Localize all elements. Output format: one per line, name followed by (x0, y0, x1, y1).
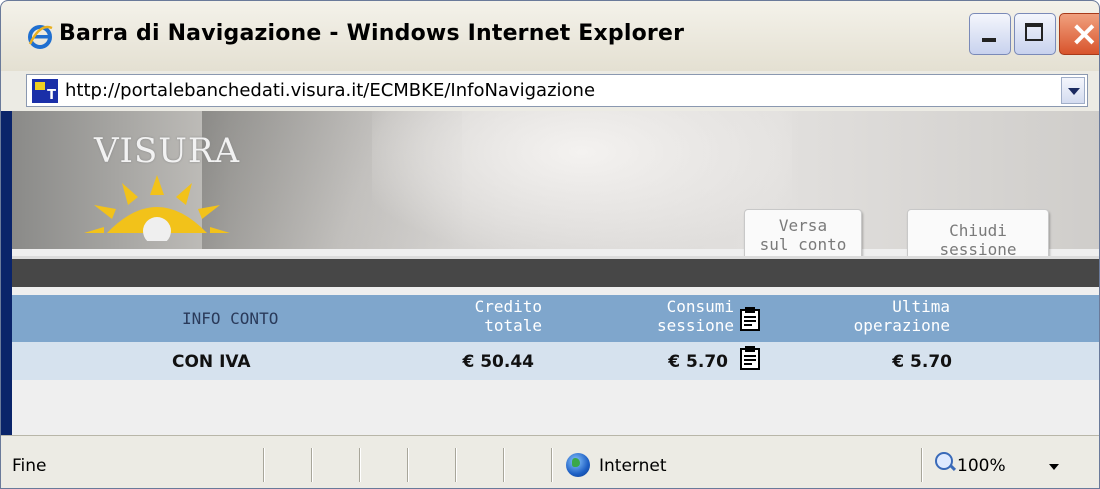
status-divider (359, 448, 361, 482)
header-ultima-line1: Ultima (892, 297, 950, 316)
versa-line1: Versa (778, 216, 828, 235)
page-content: VISURA Versa sul conto Chiudi sessione I… (12, 111, 1099, 435)
url-text[interactable]: http://portalebanchedati.visura.it/ECMBK… (65, 80, 595, 101)
status-divider (311, 448, 313, 482)
status-divider (921, 448, 923, 482)
row-ultima-operazione: € 5.70 (892, 352, 952, 372)
header-info-conto: INFO CONTO (182, 309, 279, 328)
row-consumi-sessione: € 5.70 (668, 352, 728, 372)
chiudi-line1: Chiudi (949, 221, 1007, 240)
close-icon: × (1070, 14, 1099, 54)
status-divider (263, 448, 265, 482)
close-button[interactable]: × (1059, 13, 1099, 55)
minimize-button[interactable] (969, 13, 1011, 55)
status-divider (407, 448, 409, 482)
row-label: CON IVA (172, 352, 251, 372)
title-bar: Barra di Navigazione - Windows Internet … (1, 1, 1099, 71)
header-consumi-line2: sessione (656, 316, 734, 335)
visura-logo-sun (84, 175, 230, 241)
dropdown-icon[interactable] (1061, 77, 1085, 104)
status-divider (551, 448, 553, 482)
header-consumi-sessione: Consumi sessione (612, 297, 734, 335)
banner-photo (372, 111, 792, 249)
maximize-button[interactable] (1014, 13, 1056, 55)
dark-strip (12, 256, 1099, 287)
ie-icon (28, 25, 53, 49)
row-credito-totale: € 50.44 (462, 352, 534, 372)
address-bar: http://portalebanchedati.visura.it/ECMBK… (1, 71, 1099, 111)
header-credito-totale: Credito totale (452, 297, 542, 335)
status-text: Fine (12, 456, 47, 476)
table-header: INFO CONTO Credito totale Consumi sessio… (12, 295, 1099, 342)
header-consumi-line1: Consumi (666, 297, 734, 316)
clipboard-icon[interactable] (738, 344, 762, 370)
globe-icon (566, 453, 590, 477)
zoom-icon[interactable] (935, 452, 953, 470)
ie-window: Barra di Navigazione - Windows Internet … (0, 0, 1100, 489)
table-row: CON IVA € 50.44 € 5.70 € 5.70 (12, 342, 1099, 380)
security-zone[interactable]: Internet (599, 456, 667, 476)
zoom-level[interactable]: 100% (957, 456, 1006, 476)
status-divider (503, 448, 505, 482)
header-credito-line1: Credito (474, 297, 542, 316)
zoom-dropdown-icon[interactable] (1049, 464, 1059, 470)
header-ultima-line2: operazione (853, 316, 950, 335)
header-ultima-operazione: Ultima operazione (832, 297, 950, 335)
status-divider (455, 448, 457, 482)
site-icon (32, 79, 58, 103)
address-field[interactable]: http://portalebanchedati.visura.it/ECMBK… (26, 74, 1088, 107)
status-bar: Fine Internet 100% (1, 435, 1099, 488)
header-credito-line2: totale (484, 316, 542, 335)
versa-line2: sul conto (759, 235, 847, 254)
banner: VISURA Versa sul conto Chiudi sessione (12, 111, 1099, 273)
window-title: Barra di Navigazione - Windows Internet … (59, 21, 685, 46)
clipboard-icon[interactable] (738, 305, 762, 331)
